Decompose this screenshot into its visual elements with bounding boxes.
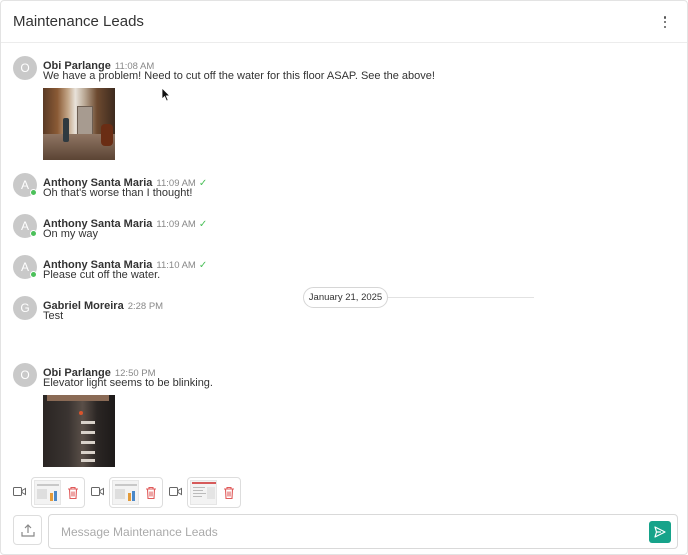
channel-title: Maintenance Leads [13,13,144,30]
attachment-preview[interactable] [187,477,241,508]
message-text: Oh that's worse than I thought! [43,187,193,199]
check-icon: ✓ [198,260,208,271]
online-status-dot [30,189,37,196]
message-text: We have a problem! Need to cut off the w… [43,70,435,82]
attachment-thumbnail [34,480,61,505]
video-icon[interactable] [13,486,26,497]
attachment-thumbnail [112,480,139,505]
more-vertical-icon[interactable] [661,14,669,30]
message-text: On my way [43,228,99,240]
date-divider-line [388,297,534,298]
message-time: 11:10 AM [156,260,196,271]
online-status-dot [30,230,37,237]
attachment-thumbnail [190,480,217,505]
message-time: 11:09 AM [156,219,196,230]
attachment-preview[interactable] [31,477,85,508]
message-input[interactable] [61,523,621,541]
avatar[interactable]: G [13,296,37,320]
trash-icon[interactable] [67,486,79,500]
check-icon: ✓ [198,219,208,230]
date-divider: January 21, 2025 [303,287,388,308]
online-status-dot [30,271,37,278]
avatar[interactable]: O [13,56,37,80]
check-icon: ✓ [198,178,208,189]
trash-icon[interactable] [223,486,235,500]
send-icon [654,526,666,538]
mouse-cursor-icon [161,87,171,102]
chat-header: Maintenance Leads [1,1,687,43]
upload-icon [21,524,35,537]
message-image[interactable] [43,88,115,160]
message-list: O Obi Parlange 11:08 AM We have a problem… [1,44,687,474]
message-text: Elevator light seems to be blinking. [43,377,213,389]
attachment-tray [1,477,687,509]
message-composer [1,512,687,554]
message-image[interactable] [43,395,115,467]
chat-window: Maintenance Leads O Obi Parlange 11:08 AM… [0,0,688,555]
video-icon[interactable] [169,486,182,497]
trash-icon[interactable] [145,486,157,500]
send-button[interactable] [649,521,671,543]
upload-button[interactable] [13,515,42,545]
video-icon[interactable] [91,486,104,497]
message-time: 2:28 PM [127,301,164,312]
message-text: Please cut off the water. [43,269,161,281]
avatar[interactable]: O [13,363,37,387]
message-text: Test [43,310,64,322]
message-input-wrapper [48,514,678,549]
attachment-preview[interactable] [109,477,163,508]
